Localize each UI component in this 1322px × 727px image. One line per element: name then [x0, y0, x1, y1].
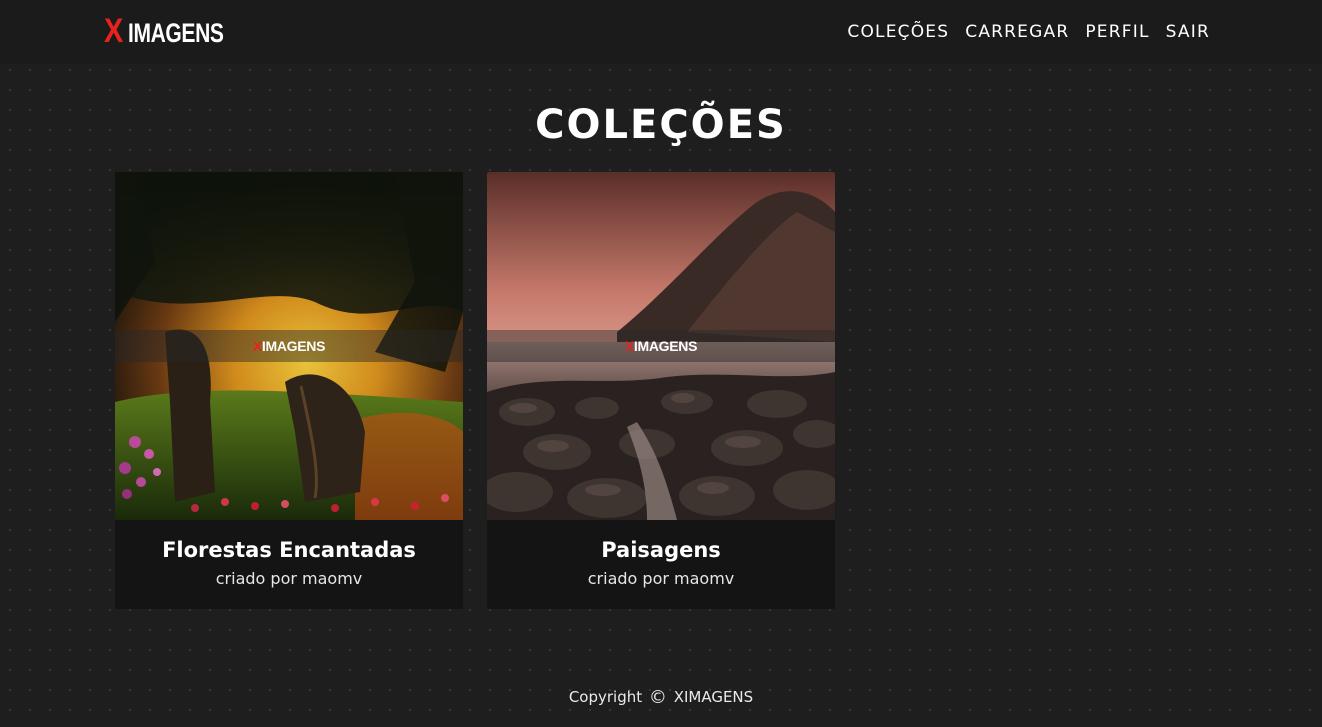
- collection-byline: criado por maomv: [215, 569, 363, 588]
- collection-thumbnail[interactable]: XIMAGENS: [115, 172, 463, 520]
- collection-byline: criado por maomv: [587, 569, 735, 588]
- collection-card-florestas[interactable]: XIMAGENS Florestas Encantadas criado por…: [115, 172, 463, 609]
- nav-link-carregar[interactable]: CARREGAR: [965, 21, 1069, 43]
- nav-link-sair[interactable]: SAIR: [1166, 21, 1210, 43]
- copyright-icon: ©: [648, 687, 667, 708]
- watermark-logo: XIMAGENS: [487, 337, 835, 355]
- site-logo[interactable]: X IMAGENS: [104, 14, 251, 48]
- collection-card-paisagens[interactable]: XIMAGENS Paisagens criado por maomv: [487, 172, 835, 609]
- watermark-text: IMAGENS: [633, 338, 698, 354]
- copyright-prefix: Copyright: [568, 688, 643, 706]
- main-nav: COLEÇÕES CARREGAR PERFIL SAIR: [847, 21, 1210, 43]
- nav-link-perfil[interactable]: PERFIL: [1085, 21, 1149, 43]
- nav-link-colecoes[interactable]: COLEÇÕES: [847, 21, 949, 43]
- footer: Copyright © XIMAGENS: [0, 686, 1322, 709]
- watermark-logo: XIMAGENS: [115, 337, 463, 355]
- watermark-x: X: [624, 338, 634, 354]
- collection-title[interactable]: Paisagens: [487, 536, 835, 564]
- logo-text: IMAGENS: [128, 18, 224, 48]
- watermark-x: X: [252, 338, 262, 354]
- collection-thumbnail[interactable]: XIMAGENS: [487, 172, 835, 520]
- logo-x: X: [104, 12, 124, 50]
- collection-title[interactable]: Florestas Encantadas: [115, 536, 463, 564]
- top-navbar: X IMAGENS COLEÇÕES CARREGAR PERFIL SAIR: [0, 0, 1322, 64]
- watermark-text: IMAGENS: [261, 338, 326, 354]
- page-title: COLEÇÕES: [535, 102, 787, 148]
- footer-brand: XIMAGENS: [673, 688, 754, 706]
